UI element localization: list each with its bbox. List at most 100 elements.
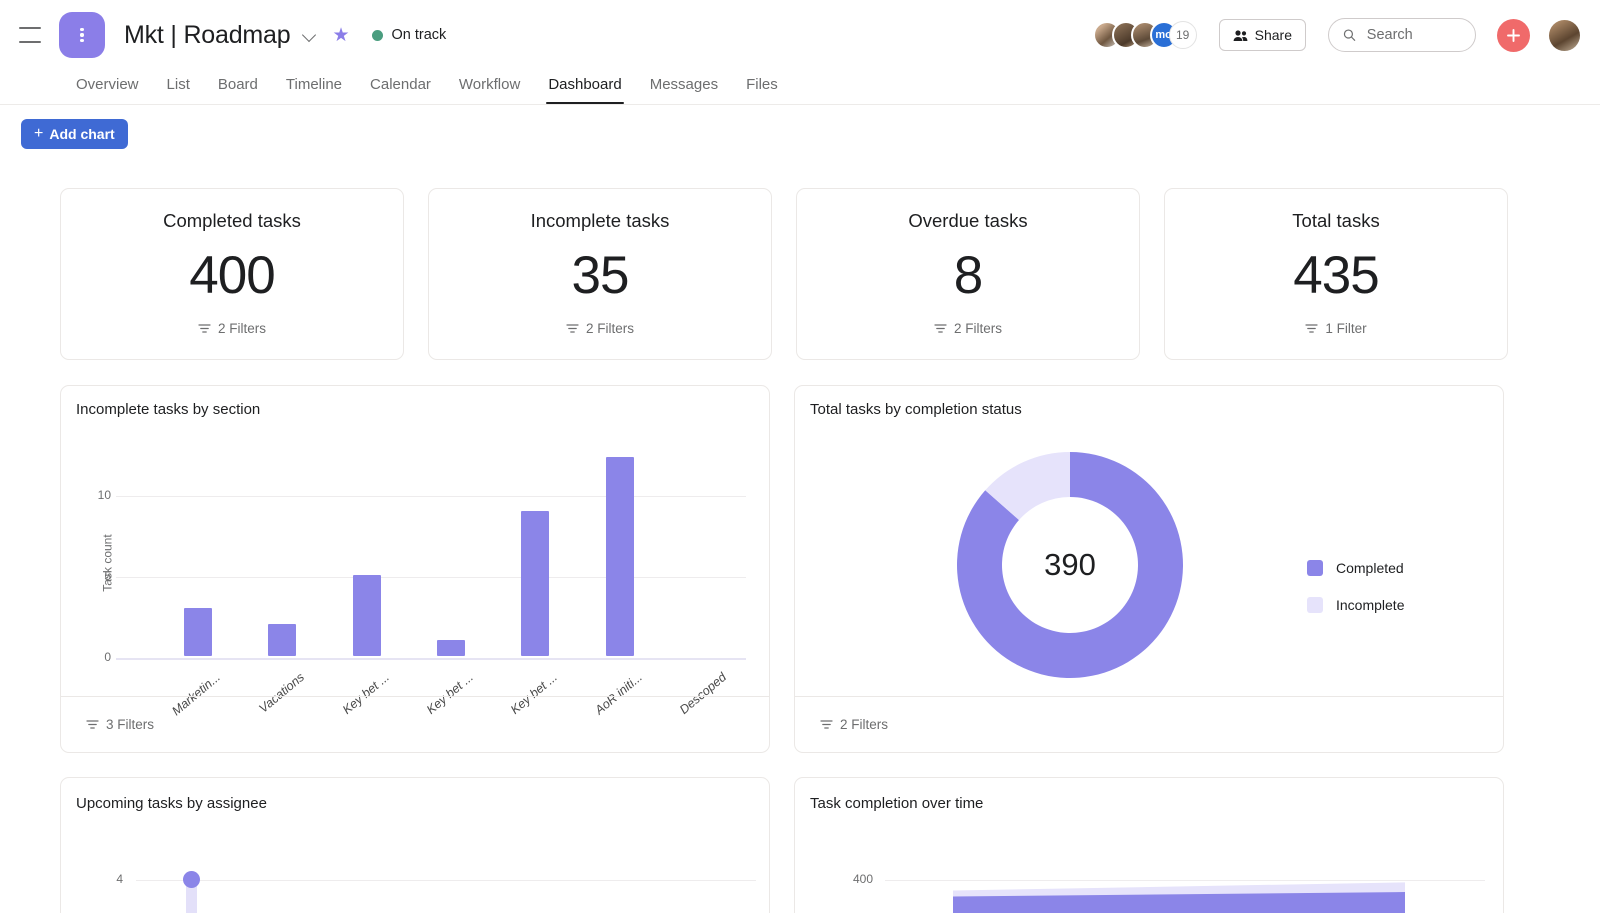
- add-chart-button[interactable]: + Add chart: [21, 119, 128, 149]
- bar[interactable]: [521, 510, 550, 656]
- tab-calendar[interactable]: Calendar: [356, 76, 445, 104]
- filters-label: 3 Filters: [106, 717, 155, 732]
- grid-line: [136, 880, 756, 881]
- hamburger-icon[interactable]: [19, 27, 41, 43]
- tab-timeline[interactable]: Timeline: [272, 76, 356, 104]
- star-icon[interactable]: ★: [332, 26, 349, 45]
- stat-card-total-tasks[interactable]: Total tasks 435 1 Filter: [1164, 188, 1508, 360]
- stat-title: Incomplete tasks: [530, 210, 670, 231]
- y-axis-tick: 5: [104, 569, 111, 584]
- user-avatar[interactable]: [1549, 19, 1580, 51]
- filters-link[interactable]: 2 Filters: [198, 321, 266, 336]
- search-input[interactable]: [1366, 27, 1461, 43]
- legend-swatch-completed: [1307, 560, 1323, 576]
- stat-value: 435: [1293, 246, 1379, 305]
- chevron-down-icon[interactable]: [303, 28, 317, 42]
- x-axis-line: [116, 658, 746, 660]
- tab-bar: Overview List Board Timeline Calendar Wo…: [0, 64, 1600, 105]
- filter-icon: [934, 324, 947, 333]
- stat-card-completed-tasks[interactable]: Completed tasks 400 2 Filters: [60, 188, 404, 360]
- filters-link[interactable]: 3 Filters: [61, 696, 769, 752]
- add-chart-label: Add chart: [49, 126, 115, 142]
- y-axis-tick: 10: [97, 488, 111, 503]
- search-box[interactable]: [1328, 18, 1476, 52]
- tab-workflow[interactable]: Workflow: [445, 76, 534, 104]
- stat-title: Overdue tasks: [908, 210, 1028, 231]
- tab-messages[interactable]: Messages: [636, 76, 732, 104]
- bar[interactable]: [437, 639, 465, 656]
- bar-chart-plot: Task count 0 5 10 Marketin... Vacations Key b…: [61, 430, 769, 718]
- filter-icon: [820, 720, 833, 729]
- chart-legend: Completed Incomplete: [1307, 560, 1404, 634]
- area-series-svg: [953, 882, 1405, 913]
- assignee-chart-plot: 4: [61, 822, 769, 913]
- filters-label: 1 Filter: [1325, 321, 1367, 336]
- filters-link[interactable]: 2 Filters: [934, 321, 1002, 336]
- filters-label: 2 Filters: [585, 321, 634, 336]
- donut-ring: 390: [955, 450, 1185, 680]
- chart-card-upcoming-tasks-by-assignee[interactable]: Upcoming tasks by assignee 4: [60, 777, 770, 913]
- share-button[interactable]: Share: [1218, 19, 1306, 51]
- chart-card-incomplete-tasks-by-section[interactable]: Incomplete tasks by section Task count 0…: [60, 385, 770, 753]
- status-dot-icon: [371, 29, 383, 41]
- tab-board[interactable]: Board: [204, 76, 272, 104]
- people-icon: [1233, 29, 1248, 41]
- tab-list[interactable]: List: [153, 76, 204, 104]
- lollipop-marker[interactable]: [183, 871, 200, 888]
- tab-dashboard[interactable]: Dashboard: [534, 76, 635, 104]
- chart-card-task-completion-over-time[interactable]: Task completion over time 400: [794, 777, 1504, 913]
- status-badge[interactable]: On track: [371, 27, 447, 43]
- area-chart-plot: 400: [795, 822, 1503, 913]
- filter-icon: [566, 324, 579, 333]
- chart-title: Incomplete tasks by section: [76, 401, 261, 418]
- filters-label: 2 Filters: [840, 717, 889, 732]
- chart-title: Total tasks by completion status: [810, 401, 1022, 418]
- chart-title: Upcoming tasks by assignee: [76, 795, 267, 812]
- chart-card-total-tasks-by-completion-status[interactable]: Total tasks by completion status 390 Com…: [794, 385, 1504, 753]
- donut-chart-plot: 390 Completed Incomplete: [795, 430, 1503, 696]
- legend-label: Incomplete: [1336, 597, 1405, 613]
- share-label: Share: [1254, 27, 1292, 43]
- bar[interactable]: [352, 575, 381, 656]
- bar[interactable]: [268, 623, 297, 656]
- filters-label: 2 Filters: [217, 321, 266, 336]
- status-label: On track: [391, 27, 447, 43]
- filter-icon: [1305, 324, 1318, 333]
- chart-title: Task completion over time: [810, 795, 984, 812]
- tab-files[interactable]: Files: [732, 76, 792, 104]
- plus-icon: [1507, 28, 1520, 42]
- legend-label: Completed: [1336, 560, 1404, 576]
- y-axis-tick: 4: [116, 872, 123, 886]
- tab-overview[interactable]: Overview: [62, 76, 153, 104]
- filters-link[interactable]: 1 Filter: [1305, 321, 1367, 336]
- filter-icon: [198, 324, 211, 333]
- bar[interactable]: [184, 607, 213, 656]
- top-bar-right: mo 19 Share: [1092, 18, 1600, 52]
- legend-swatch-incomplete: [1307, 597, 1323, 613]
- legend-item-completed[interactable]: Completed: [1307, 560, 1404, 576]
- grid-line: [116, 577, 746, 579]
- filter-icon: [86, 720, 99, 729]
- avatar-stack[interactable]: mo 19: [1092, 21, 1197, 49]
- bar[interactable]: [605, 457, 634, 656]
- stat-value: 400: [189, 246, 275, 305]
- filters-label: 2 Filters: [953, 321, 1002, 336]
- y-axis-tick: 0: [104, 650, 111, 664]
- list-project-icon: [59, 12, 105, 70]
- stat-title: Completed tasks: [163, 210, 301, 231]
- search-icon: [1343, 29, 1356, 41]
- filters-link[interactable]: 2 Filters: [566, 321, 634, 336]
- stat-value: 8: [953, 246, 984, 305]
- create-button[interactable]: [1497, 18, 1530, 52]
- top-bar: Mkt | Roadmap ★ On track mo 19 Share: [0, 0, 1600, 70]
- legend-item-incomplete[interactable]: Incomplete: [1307, 597, 1404, 613]
- grid-line: [116, 496, 746, 498]
- stat-card-incomplete-tasks[interactable]: Incomplete tasks 35 2 Filters: [428, 188, 772, 360]
- avatar-overflow-count[interactable]: 19: [1168, 21, 1197, 49]
- donut-center-value: 390: [1044, 547, 1096, 582]
- plus-icon: +: [34, 125, 44, 142]
- filters-link[interactable]: 2 Filters: [795, 696, 1503, 752]
- stat-card-overdue-tasks[interactable]: Overdue tasks 8 2 Filters: [796, 188, 1140, 360]
- stat-value: 35: [571, 246, 630, 305]
- page-title: Mkt | Roadmap: [124, 20, 291, 49]
